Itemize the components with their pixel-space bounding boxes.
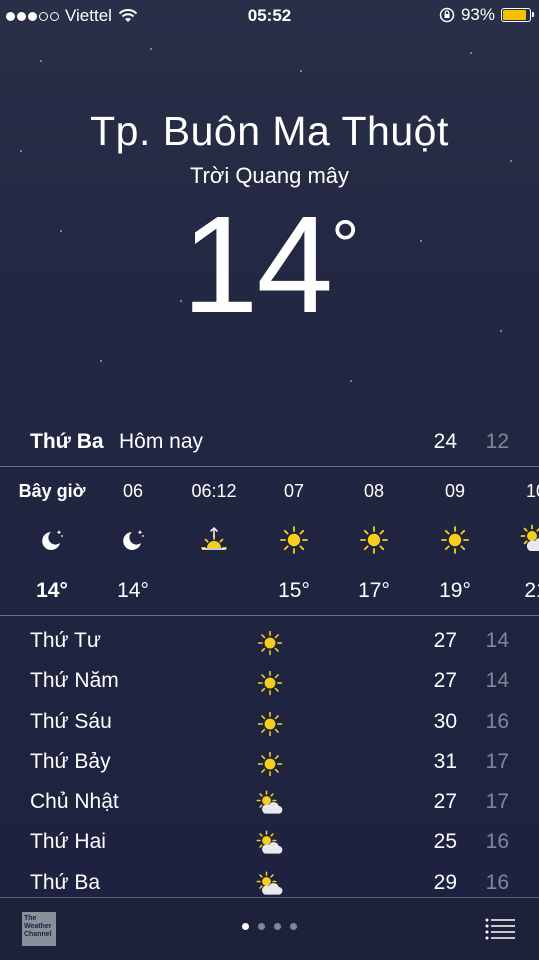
moon-stars-icon — [36, 524, 68, 556]
day-high: 29 — [433, 870, 457, 894]
sunrise-icon — [198, 524, 230, 556]
battery-percent: 93% — [460, 5, 495, 24]
sun-icon — [254, 710, 286, 738]
today-summary: Thứ Ba Hôm nay 24 12 — [30, 430, 509, 462]
city-name: Tp. Buôn Ma Thuột — [90, 108, 449, 154]
today-low: 12 — [485, 430, 509, 453]
sun-icon — [358, 524, 390, 556]
sun-icon — [254, 629, 286, 657]
daily-row: Thứ Bảy 31 17 — [30, 744, 509, 784]
hour-temp: 15° — [278, 579, 310, 602]
day-high: 30 — [433, 709, 457, 733]
day-high: 27 — [433, 790, 457, 814]
hour-time: 10 — [525, 481, 539, 501]
hour-temp: 17° — [358, 579, 390, 602]
hour-time: 08 — [363, 481, 385, 501]
sun-icon — [278, 524, 310, 556]
hour-temp: 14° — [36, 579, 68, 602]
day-low: 17 — [485, 749, 509, 773]
daily-row: Thứ Hai 25 16 — [30, 824, 509, 864]
sun-icon — [439, 524, 471, 556]
day-name: Chủ Nhật — [30, 790, 119, 814]
day-low: 14 — [485, 629, 509, 652]
partly-cloudy-icon — [520, 524, 539, 556]
day-name: Thứ Bảy — [30, 749, 111, 773]
daily-row: Thứ Năm 27 14 — [30, 663, 509, 703]
today-label: Hôm nay — [119, 430, 204, 453]
today-day: Thứ Ba — [30, 430, 104, 453]
daily-row: Chủ Nhật 27 17 — [30, 784, 509, 824]
hour-time: 06 — [122, 481, 144, 501]
hour-time: Bây giờ — [18, 481, 86, 501]
hour-temp: 19° — [439, 579, 471, 602]
sun-icon — [254, 750, 286, 778]
battery-icon — [501, 8, 534, 22]
day-name: Thứ Sáu — [30, 709, 112, 733]
day-name: Thứ Tư — [30, 629, 101, 652]
day-low: 16 — [485, 709, 509, 733]
moon-stars-icon — [117, 524, 149, 556]
day-high: 27 — [433, 629, 457, 652]
divider — [0, 615, 539, 616]
current-temperature: 14° — [181, 188, 360, 342]
hour-temp: 14° — [117, 579, 149, 602]
day-low: 14 — [485, 669, 509, 693]
hour-time: 09 — [444, 481, 466, 501]
hour-time: 07 — [283, 481, 305, 501]
hourly-forecast[interactable]: Bây giờ 14° 06 14° 06:12 07 15° 08 17° 0… — [0, 467, 539, 615]
daily-forecast[interactable]: Thứ Tư 27 14 Thứ Năm 27 14 Thứ Sáu 30 16… — [30, 623, 509, 905]
day-high: 27 — [433, 669, 457, 693]
hour-temp: 21 — [524, 579, 539, 602]
hour-time: 06:12 — [191, 481, 237, 501]
page-indicator[interactable] — [0, 923, 539, 930]
page-dot[interactable] — [290, 923, 297, 930]
day-high: 25 — [433, 830, 457, 854]
sun-icon — [254, 669, 286, 697]
page-dot[interactable] — [242, 923, 249, 930]
partly-cloudy-icon — [254, 790, 286, 818]
condition-text: Trời Quang mây — [189, 163, 350, 188]
partly-cloudy-icon — [254, 871, 286, 899]
page-dot[interactable] — [274, 923, 281, 930]
daily-row: Thứ Tư 27 14 — [30, 623, 509, 663]
partly-cloudy-icon — [254, 830, 286, 858]
day-name: Thứ Năm — [30, 669, 119, 693]
page-dot[interactable] — [258, 923, 265, 930]
status-bar: Viettel 05:52 93% — [0, 0, 539, 30]
day-name: Thứ Hai — [30, 830, 106, 854]
daily-row: Thứ Sáu 30 16 — [30, 704, 509, 744]
day-low: 17 — [485, 790, 509, 814]
day-low: 16 — [485, 830, 509, 854]
day-high: 31 — [433, 749, 457, 773]
day-name: Thứ Ba — [30, 870, 101, 894]
rotation-lock-icon — [439, 7, 455, 23]
day-low: 16 — [485, 870, 509, 894]
today-high: 24 — [433, 430, 457, 453]
list-icon[interactable] — [485, 918, 515, 940]
bottom-toolbar: The Weather Channel — [0, 897, 539, 960]
